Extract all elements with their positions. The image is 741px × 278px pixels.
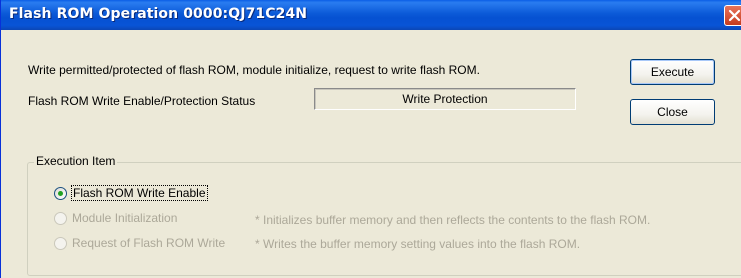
title-bar[interactable]: Flash ROM Operation 0000:QJ71C24N [1,0,741,30]
option-request-flash-rom-write-label: Request of Flash ROM Write [72,236,226,250]
close-button[interactable]: Close [630,99,715,125]
execute-button-label: Execute [650,65,695,79]
status-label: Flash ROM Write Enable/Protection Status [28,94,256,108]
module-initialization-note: * Initializes buffer memory and then ref… [255,213,651,227]
request-flash-rom-write-note: * Writes the buffer memory setting value… [255,237,581,251]
radio-module-initialization [54,212,67,225]
status-value-field: Write Protection [314,88,576,110]
close-button-label: Close [657,105,688,119]
execution-item-caption: Execution Item [34,154,118,168]
option-flash-rom-write-enable-label[interactable]: Flash ROM Write Enable [71,185,208,201]
option-module-initialization-label: Module Initialization [72,211,178,225]
radio-selected-dot [58,191,63,196]
dialog-window: Flash ROM Operation 0000:QJ71C24N Write … [0,0,741,278]
description-text: Write permitted/protected of flash ROM, … [28,63,480,77]
radio-request-flash-rom-write [54,237,67,250]
close-icon [728,9,741,22]
window-title: Flash ROM Operation 0000:QJ71C24N [9,6,308,22]
close-window-button[interactable] [724,5,741,26]
radio-flash-rom-write-enable[interactable] [54,187,67,200]
execute-button[interactable]: Execute [630,59,715,85]
